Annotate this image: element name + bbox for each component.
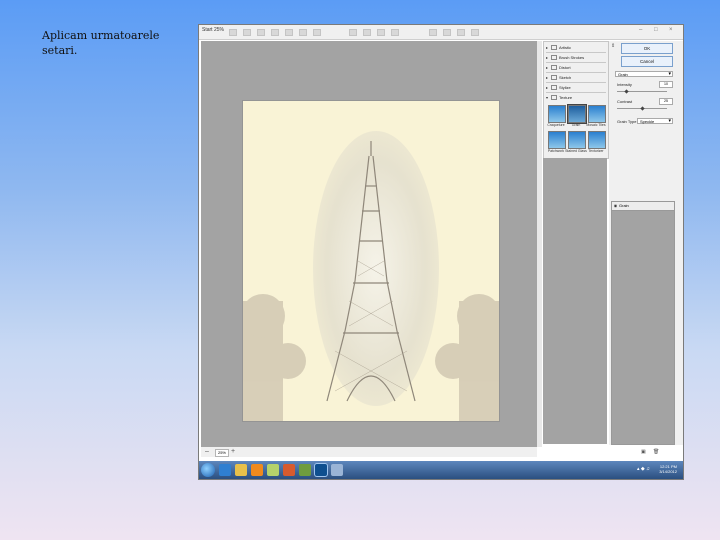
window-title: Start 25% — [202, 27, 224, 33]
eye-icon[interactable]: ◉ — [612, 202, 619, 210]
toolbar-button[interactable] — [457, 29, 465, 36]
filter-folder-texture[interactable]: ▾ Texture — [546, 94, 606, 102]
toolbar-button[interactable] — [243, 29, 251, 36]
toolbar-button[interactable] — [299, 29, 307, 36]
filter-thumb-patchwork[interactable] — [548, 131, 566, 149]
toolbar-button[interactable] — [377, 29, 385, 36]
folder-icon — [551, 95, 557, 101]
folder-icon — [551, 55, 557, 61]
minimize-icon[interactable]: – — [639, 27, 642, 33]
filter-thumb-craquelure[interactable] — [548, 105, 566, 123]
folder-icon — [551, 75, 557, 81]
ie-icon[interactable] — [219, 464, 231, 476]
filter-folder-stylize[interactable]: ▸ Stylize — [546, 84, 606, 93]
folder-icon — [551, 85, 557, 91]
eiffel-tower-image — [243, 141, 499, 421]
effect-layers-list: ◉ Grain — [611, 201, 675, 445]
toolbar-button[interactable] — [471, 29, 479, 36]
filter-folder-sketch[interactable]: ▸ Sketch — [546, 74, 606, 83]
toolbar-button[interactable] — [429, 29, 437, 36]
intensity-field[interactable]: 10 — [659, 81, 673, 88]
zoom-field[interactable]: 25% — [215, 449, 229, 457]
system-clock[interactable]: 12:21 PM 3/14/2012 — [659, 464, 677, 474]
start-button[interactable] — [201, 463, 215, 477]
contrast-label: Contrast — [617, 99, 633, 104]
maximize-icon[interactable]: □ — [654, 27, 658, 33]
toolbar-button[interactable] — [391, 29, 399, 36]
filter-folder-distort[interactable]: ▸ Distort — [546, 64, 606, 73]
contrast-field[interactable]: 25 — [659, 98, 673, 105]
title-bar: Start 25% – □ × — [199, 25, 683, 40]
filter-thumb-label: Patchwork — [547, 149, 565, 153]
folder-icon — [551, 45, 557, 51]
photoshop-icon[interactable] — [315, 464, 327, 476]
app-icon[interactable] — [299, 464, 311, 476]
filter-thumb-texturizer[interactable] — [588, 131, 606, 149]
contrast-slider[interactable] — [617, 106, 667, 111]
tray-icons[interactable]: ▴ ◆ ♫ — [637, 466, 650, 472]
slide-caption: Aplicam urmatoarele setari. — [42, 29, 160, 57]
zoom-out-icon[interactable]: – — [205, 448, 209, 455]
preview-canvas-area — [201, 41, 537, 447]
filter-thumb-label: Mosaic Tiles — [586, 123, 606, 127]
filter-thumb-label: Grain — [571, 123, 581, 127]
toolbar-button[interactable] — [349, 29, 357, 36]
slider-knob[interactable] — [624, 89, 629, 94]
toolbar-button[interactable] — [271, 29, 279, 36]
toolbar-button[interactable] — [363, 29, 371, 36]
toolbar-button[interactable] — [285, 29, 293, 36]
toolbar-button[interactable] — [229, 29, 237, 36]
filter-folder-brush-strokes[interactable]: ▸ Brush Strokes — [546, 54, 606, 63]
ok-button[interactable]: OK — [621, 43, 673, 54]
toolbar-button[interactable] — [257, 29, 265, 36]
filter-select[interactable]: Grain — [615, 71, 673, 77]
filter-thumb-mosaic-tiles[interactable] — [588, 105, 606, 123]
grain-type-label: Grain Type — [617, 119, 637, 124]
clock-date: 3/14/2012 — [659, 469, 677, 474]
zoom-in-icon[interactable]: + — [231, 448, 235, 455]
app-icon[interactable] — [267, 464, 279, 476]
filter-thumb-label: Texturizer — [588, 149, 604, 153]
intensity-label: Intensity — [617, 82, 632, 87]
windows-taskbar: ▴ ◆ ♫ 12:21 PM 3/14/2012 — [199, 461, 683, 479]
photoshop-filter-gallery-window: Start 25% – □ × – 25% + ▸ Artistic ▸ Bru… — [198, 24, 684, 480]
filter-thumb-label: Stained Glass — [565, 149, 587, 153]
media-player-icon[interactable] — [251, 464, 263, 476]
app-icon[interactable] — [331, 464, 343, 476]
filter-thumb-label: Craquelure — [547, 123, 565, 127]
trash-icon[interactable]: 🗑 — [653, 449, 659, 455]
status-bar: – 25% + — [201, 447, 537, 457]
filter-thumb-grain[interactable] — [567, 104, 587, 124]
close-icon[interactable]: × — [669, 27, 673, 33]
vertical-scrollbar[interactable] — [537, 41, 542, 447]
filter-folder-artistic[interactable]: ▸ Artistic — [546, 44, 606, 53]
new-layer-icon[interactable]: ▣ — [641, 449, 646, 455]
grain-type-select[interactable]: Speckle — [637, 118, 673, 124]
filter-browser-empty-area — [543, 158, 607, 444]
cancel-button[interactable]: Cancel — [621, 56, 673, 67]
explorer-icon[interactable] — [235, 464, 247, 476]
slider-knob[interactable] — [640, 106, 645, 111]
effect-layer-row[interactable]: ◉ Grain — [612, 202, 674, 211]
filter-thumb-stained-glass[interactable] — [568, 131, 586, 149]
app-icon[interactable] — [283, 464, 295, 476]
filter-browser: ▸ Artistic ▸ Brush Strokes ▸ Distort ▸ Sketc… — [543, 41, 609, 159]
toolbar-button[interactable] — [313, 29, 321, 36]
intensity-slider[interactable] — [617, 89, 667, 94]
collapse-icon[interactable]: ⇕ — [611, 43, 615, 49]
preview-image — [243, 101, 499, 421]
folder-icon — [551, 65, 557, 71]
toolbar-button[interactable] — [443, 29, 451, 36]
